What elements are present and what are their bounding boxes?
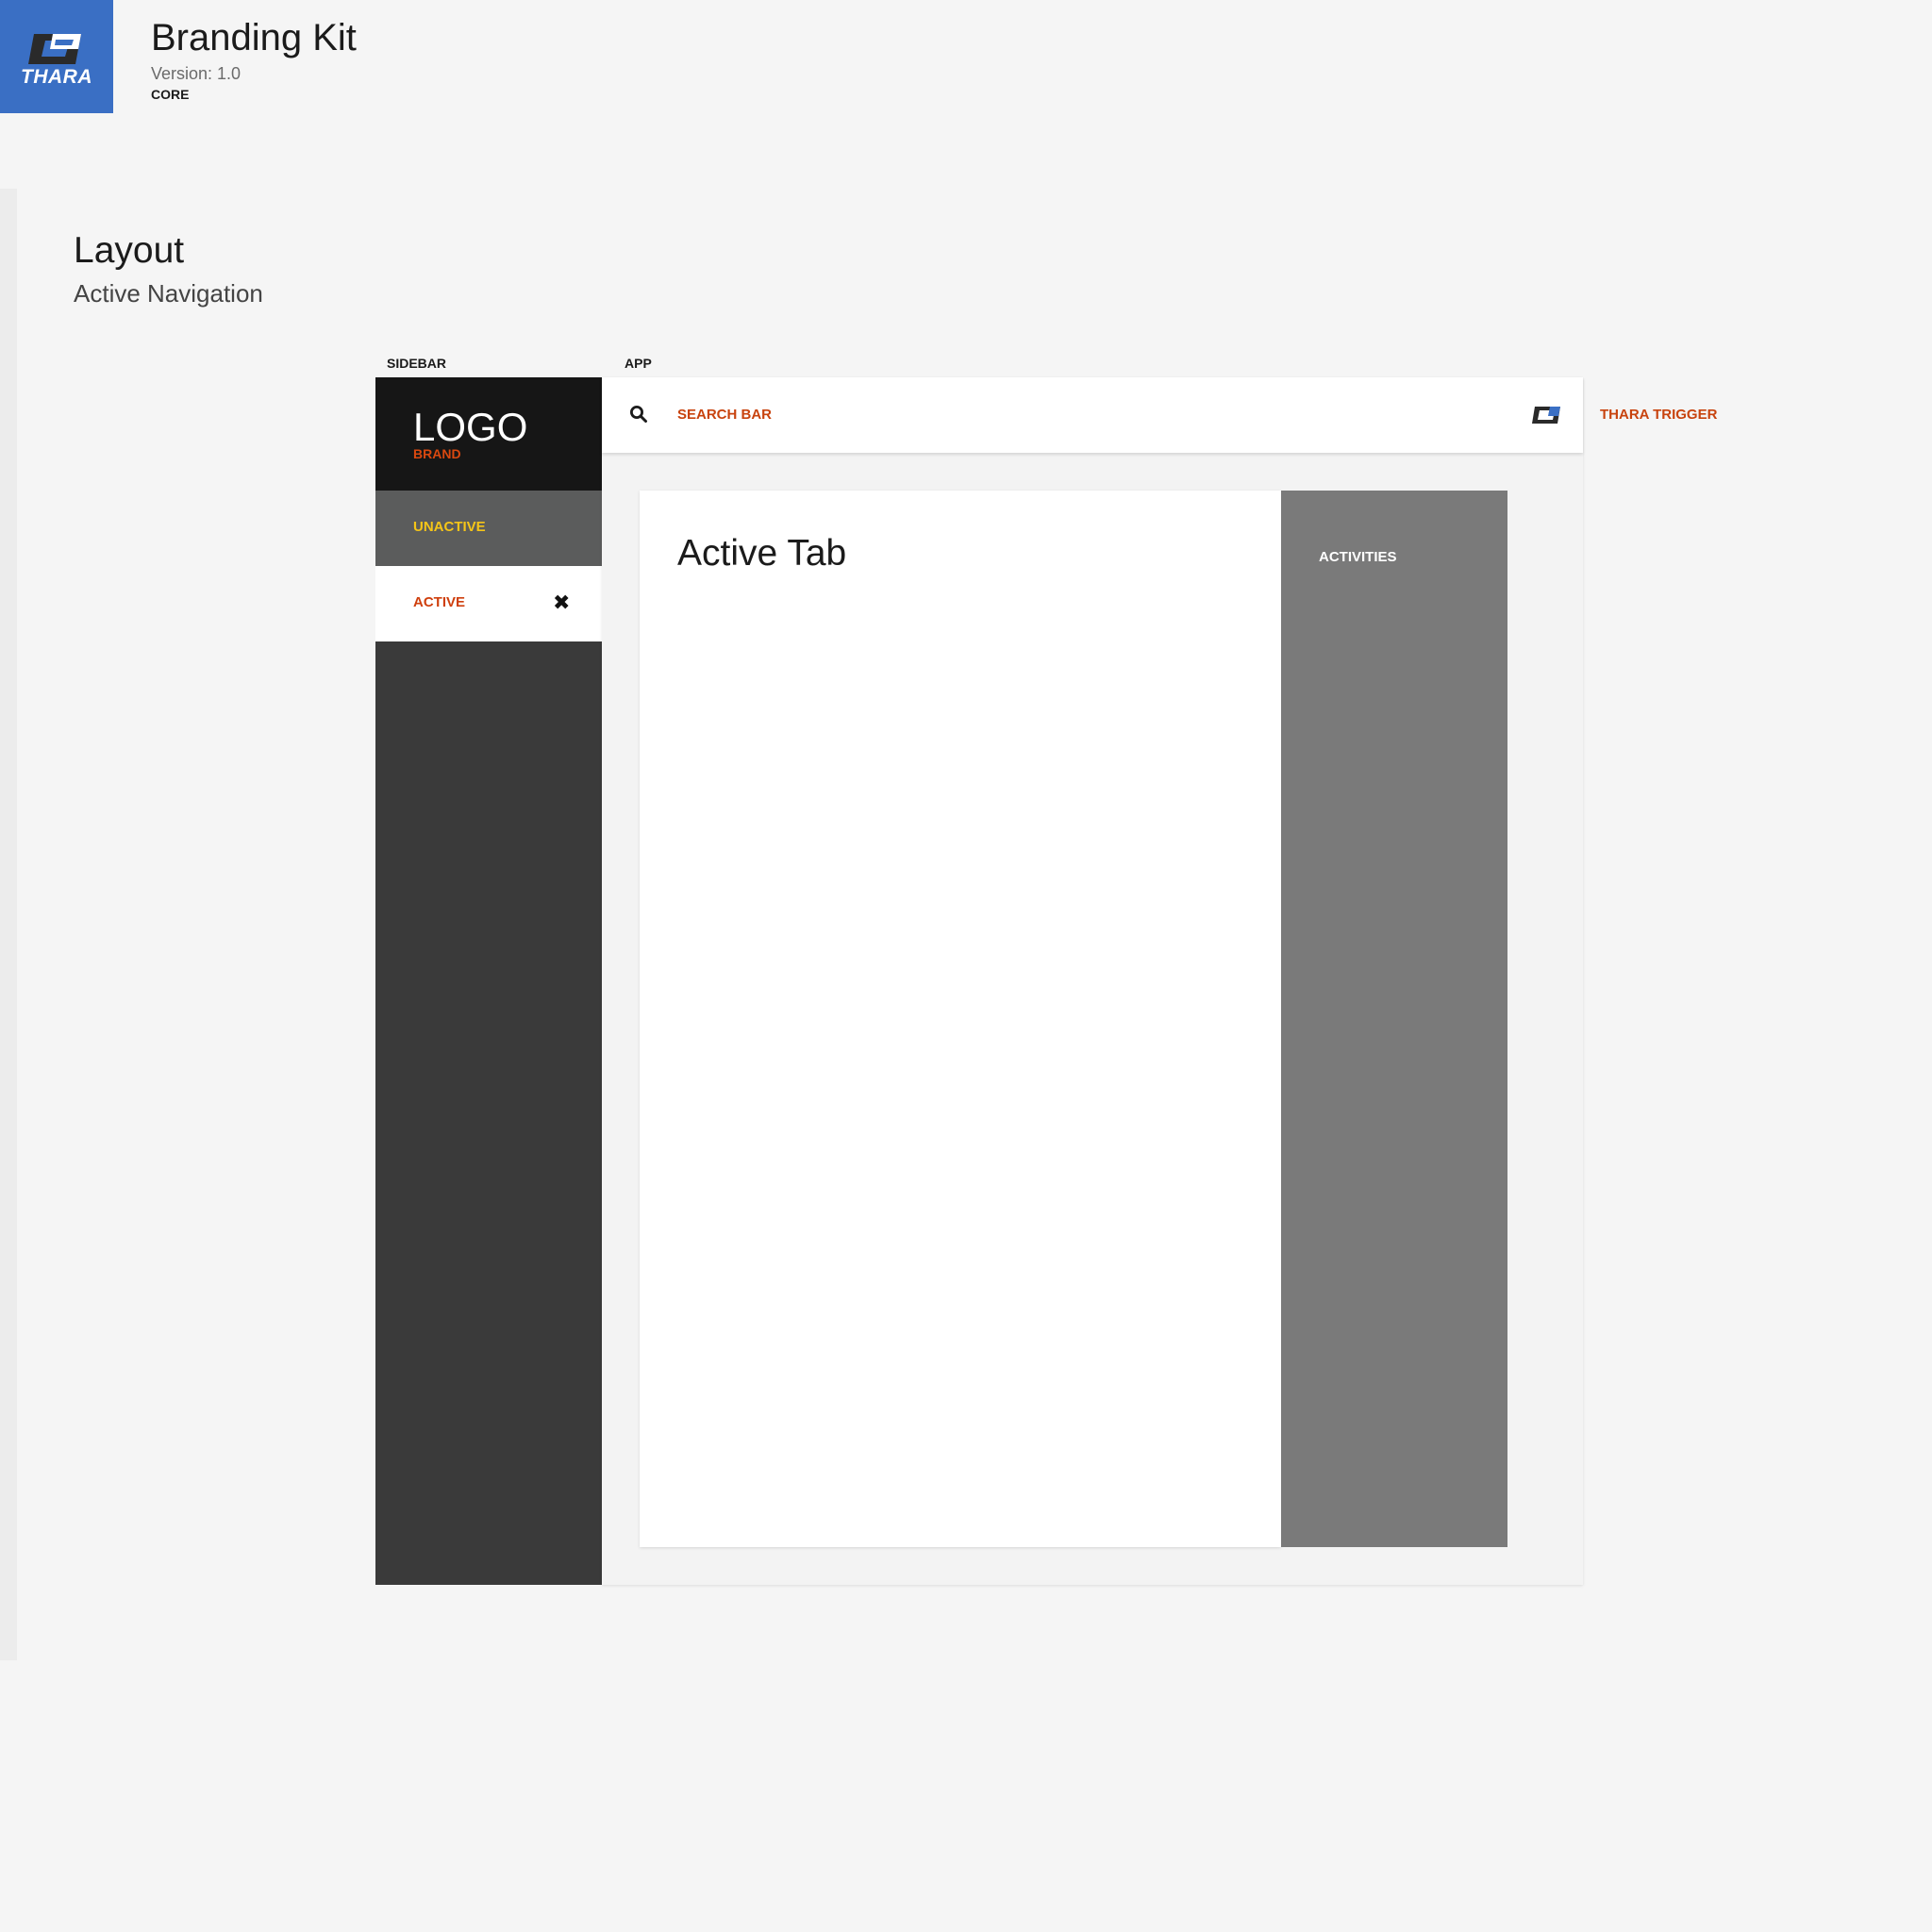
- thara-trigger-label: THARA TRIGGER: [1600, 407, 1718, 423]
- sidebar-item-label: ACTIVE: [413, 594, 466, 610]
- thara-logo-icon: [28, 34, 81, 64]
- artboard-edge: [0, 189, 17, 1660]
- activities-label: ACTIVITIES: [1319, 549, 1397, 565]
- section-subtitle: Active Navigation: [74, 279, 263, 308]
- version-text: Version: 1.0: [151, 64, 242, 83]
- activities-panel: ACTIVITIES: [1281, 491, 1507, 1547]
- sidebar-item-active[interactable]: ACTIVE ✖: [375, 566, 602, 641]
- sidebar-item-unactive[interactable]: UNACTIVE: [375, 491, 602, 566]
- edition-label: CORE: [151, 87, 190, 102]
- brand-tile-wordmark: THARA: [21, 66, 92, 88]
- section-title: Layout: [74, 230, 185, 271]
- search-bar[interactable]: SEARCH BAR: [677, 407, 772, 423]
- top-bar: SEARCH BAR: [602, 377, 1583, 453]
- page-title: Branding Kit: [151, 17, 357, 58]
- app-region-label: APP: [625, 356, 652, 371]
- sidebar-item-label: UNACTIVE: [413, 519, 486, 535]
- search-icon[interactable]: [629, 405, 648, 424]
- app-area: SEARCH BAR Active Tab ACTIVITIES: [602, 377, 1583, 1585]
- close-icon[interactable]: ✖: [553, 592, 570, 613]
- sidebar: LOGO BRAND UNACTIVE ACTIVE ✖: [375, 377, 602, 1585]
- sidebar-logo[interactable]: LOGO BRAND: [375, 377, 602, 491]
- active-tab-title: Active Tab: [677, 533, 847, 574]
- active-tab-panel: Active Tab: [640, 491, 1281, 1547]
- sidebar-region-label: SIDEBAR: [387, 356, 447, 371]
- logo-text: LOGO: [413, 405, 528, 449]
- logo-brand-text: BRAND: [413, 446, 461, 461]
- thara-trigger-icon[interactable]: [1531, 406, 1561, 425]
- thara-brand-tile: THARA: [0, 0, 113, 113]
